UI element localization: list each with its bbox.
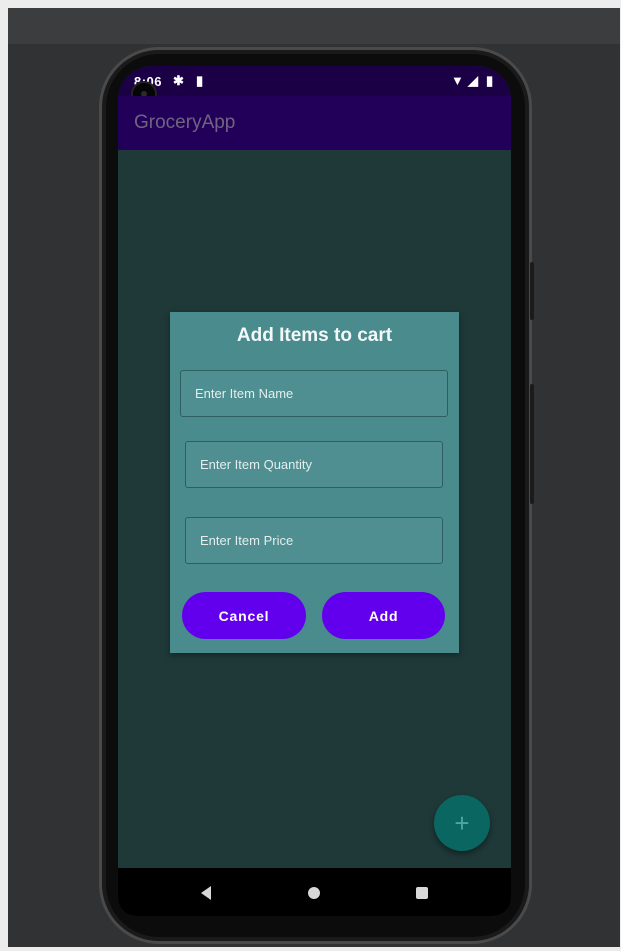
status-bar: 8:06 ✱ ▮ ▼ ◢ ▮ [118, 66, 511, 96]
app-bar: GroceryApp [118, 96, 511, 150]
signal-icon: ◢ [468, 73, 478, 88]
volume-button[interactable] [530, 384, 534, 504]
item-quantity-field[interactable] [185, 441, 443, 488]
item-name-field[interactable] [180, 370, 448, 417]
item-price-field[interactable] [185, 517, 443, 564]
add-item-dialog: Add Items to cart Cancel Add [170, 312, 459, 653]
settings-icon: ✱ [173, 73, 184, 88]
navigation-bar [118, 868, 511, 916]
dialog-title: Add Items to cart [236, 325, 393, 346]
add-button[interactable]: Add [322, 592, 445, 639]
battery-icon: ▮ [486, 73, 494, 88]
app-title: GroceryApp [134, 112, 236, 133]
plus-icon: + [454, 807, 470, 838]
back-icon[interactable] [201, 886, 211, 900]
sd-card-icon: ▮ [196, 73, 204, 88]
cancel-button[interactable]: Cancel [182, 592, 306, 639]
recents-icon[interactable] [416, 887, 428, 899]
emulator-toolbar [8, 8, 620, 44]
phone-screen: 8:06 ✱ ▮ ▼ ◢ ▮ GroceryApp Add Items to c… [118, 66, 511, 916]
wifi-icon: ▼ [451, 73, 464, 88]
power-button[interactable] [530, 262, 534, 320]
add-fab-button[interactable]: + [434, 795, 490, 851]
home-icon[interactable] [308, 887, 320, 899]
